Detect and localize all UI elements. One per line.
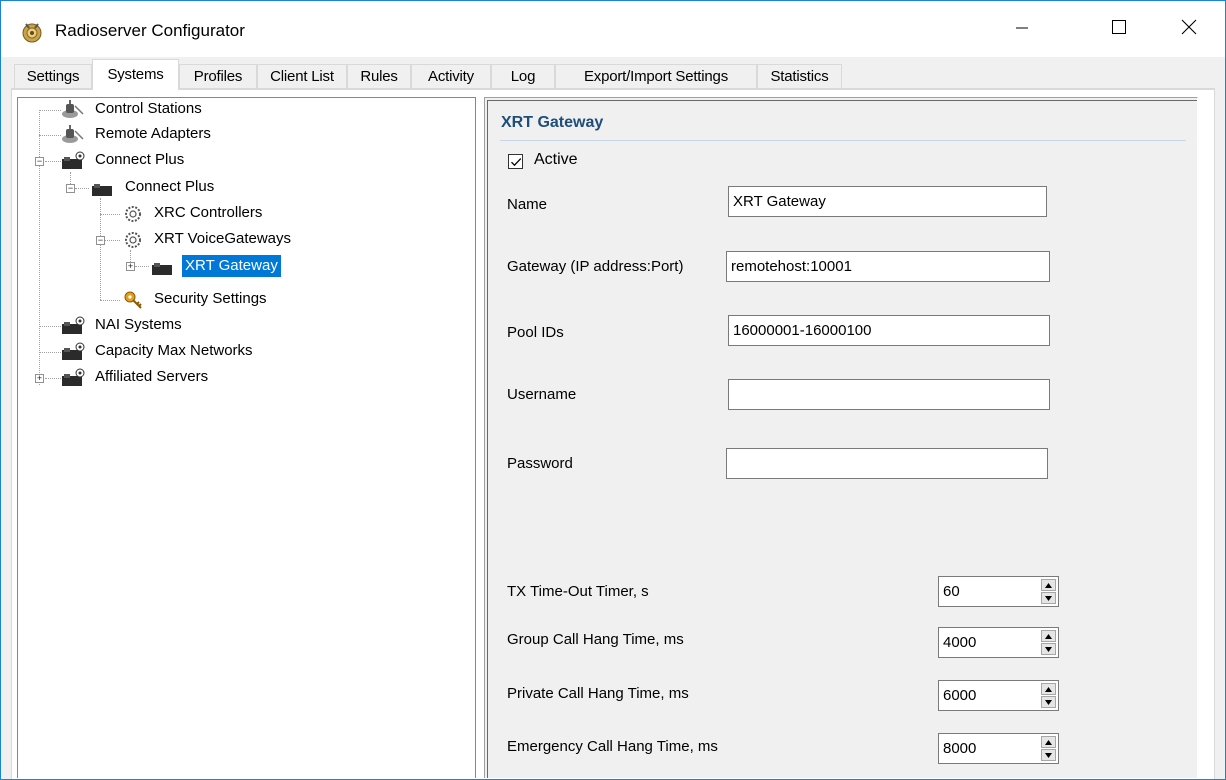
- radio-system-icon: [61, 316, 85, 336]
- increment-button[interactable]: [1041, 683, 1056, 695]
- pool-ids-field[interactable]: 16000001-16000100: [728, 315, 1050, 346]
- tree-item-label: XRC Controllers: [154, 204, 263, 221]
- tab-settings[interactable]: Settings: [14, 64, 92, 88]
- decrement-button[interactable]: [1041, 696, 1056, 708]
- app-icon: [21, 21, 43, 43]
- password-label: Password: [507, 455, 573, 472]
- window-title: Radioserver Configurator: [55, 21, 245, 40]
- tab-rules[interactable]: Rules: [347, 64, 411, 88]
- gateway-label: Gateway (IP address:Port): [507, 258, 684, 275]
- emergency-hang-stepper[interactable]: 8000: [938, 733, 1059, 764]
- stepper-value: 60: [943, 583, 960, 600]
- tree-item-label: Remote Adapters: [95, 125, 211, 142]
- username-field[interactable]: [728, 379, 1050, 410]
- private-hang-stepper[interactable]: 6000: [938, 680, 1059, 711]
- tab-client-list[interactable]: Client List: [257, 64, 347, 88]
- gear-icon: [121, 230, 145, 250]
- minimize-button[interactable]: [994, 1, 1054, 57]
- section-divider: [500, 140, 1186, 141]
- tx-timeout-label: TX Time-Out Timer, s: [507, 583, 649, 600]
- tab-activity[interactable]: Activity: [411, 64, 491, 88]
- tree-guide: [100, 300, 120, 302]
- name-label: Name: [507, 196, 548, 213]
- tx-timeout-stepper[interactable]: 60: [938, 576, 1059, 607]
- decrement-button[interactable]: [1041, 592, 1056, 604]
- tree-guide: [45, 378, 61, 380]
- tree-item-label: Connect Plus: [125, 178, 215, 195]
- radio-station-icon: [61, 125, 85, 145]
- increment-button[interactable]: [1041, 579, 1056, 591]
- radio-system-icon: [61, 342, 85, 362]
- tree-guide: [39, 352, 61, 354]
- gateway-field[interactable]: remotehost:10001: [726, 251, 1050, 282]
- radio-system-icon: [61, 368, 85, 388]
- decrement-button[interactable]: [1041, 643, 1056, 655]
- gear-icon: [121, 204, 145, 224]
- tree-guide: [75, 188, 89, 190]
- tree-guide: [39, 110, 61, 112]
- title-bar[interactable]: Radioserver Configurator: [1, 1, 1225, 57]
- expand-toggle[interactable]: +: [35, 374, 44, 383]
- radio-station-icon: [61, 100, 85, 120]
- collapse-toggle[interactable]: −: [35, 157, 44, 166]
- tree-item-label: Connect Plus: [95, 151, 185, 168]
- emergency-hang-label: Emergency Call Hang Time, ms: [507, 738, 718, 755]
- tree-guide: [135, 266, 149, 268]
- systems-tree[interactable]: − − − + + Control Stations Remote Adapte…: [17, 97, 476, 778]
- tree-guide: [105, 240, 120, 242]
- active-label[interactable]: Active: [534, 151, 578, 169]
- tree-item-label: Affiliated Servers: [95, 368, 209, 385]
- group-hang-label: Group Call Hang Time, ms: [507, 631, 684, 648]
- close-button[interactable]: [1161, 1, 1221, 57]
- password-field[interactable]: [726, 448, 1048, 479]
- stepper-value: 8000: [943, 740, 977, 757]
- panel-splitter[interactable]: [476, 97, 484, 778]
- active-checkbox[interactable]: [508, 154, 523, 169]
- collapse-toggle[interactable]: −: [96, 236, 105, 245]
- stepper-value: 6000: [943, 687, 977, 704]
- tree-item-label: XRT VoiceGateways: [154, 230, 292, 247]
- tree-guide: [39, 135, 61, 137]
- decrement-button[interactable]: [1041, 749, 1056, 761]
- radio-system-icon: [61, 151, 85, 171]
- tab-systems[interactable]: Systems: [92, 59, 179, 90]
- tree-item-label: Control Stations: [95, 100, 202, 117]
- pool-ids-label: Pool IDs: [507, 324, 564, 341]
- expand-toggle[interactable]: +: [126, 262, 135, 271]
- collapse-toggle[interactable]: −: [66, 184, 75, 193]
- tab-export-import-settings[interactable]: Export/Import Settings: [555, 64, 757, 88]
- tab-profiles[interactable]: Profiles: [179, 64, 257, 88]
- tab-statistics[interactable]: Statistics: [757, 64, 842, 88]
- key-icon: [121, 290, 145, 310]
- tab-log[interactable]: Log: [491, 64, 555, 88]
- name-field[interactable]: XRT Gateway: [728, 186, 1047, 217]
- increment-button[interactable]: [1041, 630, 1056, 642]
- tree-item-label: XRT Gateway: [182, 255, 281, 277]
- tree-guide: [39, 110, 41, 385]
- radio-system-icon: [91, 178, 115, 198]
- tree-item-label: Security Settings: [154, 290, 267, 307]
- group-hang-stepper[interactable]: 4000: [938, 627, 1059, 658]
- maximize-button[interactable]: [1091, 1, 1151, 57]
- private-hang-label: Private Call Hang Time, ms: [507, 685, 689, 702]
- increment-button[interactable]: [1041, 736, 1056, 748]
- stepper-value: 4000: [943, 634, 977, 651]
- tree-item-label: NAI Systems: [95, 316, 182, 333]
- tree-guide: [39, 326, 61, 328]
- username-label: Username: [507, 386, 577, 403]
- section-title: XRT Gateway: [501, 114, 604, 131]
- tree-item-label: Capacity Max Networks: [95, 342, 253, 359]
- radio-system-icon: [151, 257, 175, 277]
- tree-guide: [45, 161, 61, 163]
- tree-guide: [100, 214, 120, 216]
